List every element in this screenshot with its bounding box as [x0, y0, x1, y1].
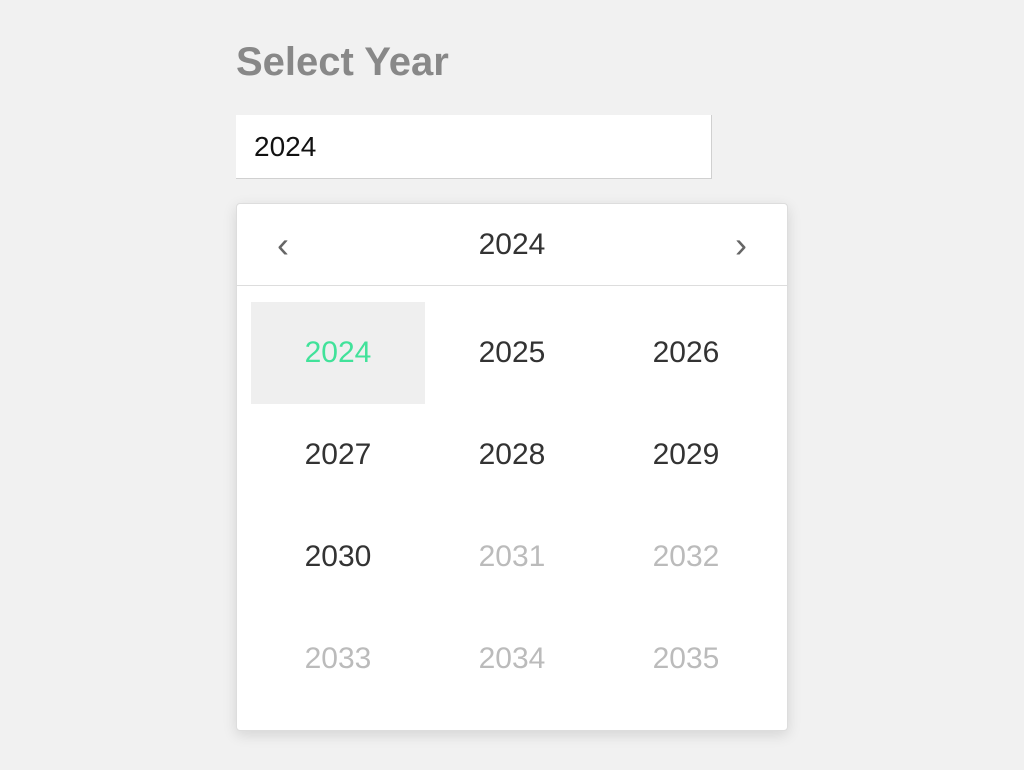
year-cell-2026[interactable]: 2026 — [599, 302, 773, 404]
prev-button[interactable]: ‹ — [265, 219, 301, 271]
year-cell-2035: 2035 — [599, 608, 773, 710]
year-cell-2025[interactable]: 2025 — [425, 302, 599, 404]
chevron-right-icon: › — [735, 224, 747, 265]
year-cell-2029[interactable]: 2029 — [599, 404, 773, 506]
header-year[interactable]: 2024 — [479, 228, 546, 262]
picker-header: ‹ 2024 › — [237, 204, 787, 286]
year-cell-2032: 2032 — [599, 506, 773, 608]
page-title: Select Year — [236, 40, 1024, 85]
year-cell-2024[interactable]: 2024 — [251, 302, 425, 404]
year-grid: 2024 2025 2026 2027 2028 2029 2030 2031 … — [237, 286, 787, 730]
year-input[interactable] — [236, 115, 712, 179]
year-cell-2034: 2034 — [425, 608, 599, 710]
year-cell-2031: 2031 — [425, 506, 599, 608]
year-cell-2030[interactable]: 2030 — [251, 506, 425, 608]
year-picker: ‹ 2024 › 2024 2025 2026 2027 2028 2029 2… — [236, 203, 788, 731]
page-container: Select Year ‹ 2024 › 2024 2025 2026 2027… — [0, 0, 1024, 731]
next-button[interactable]: › — [723, 219, 759, 271]
year-cell-2027[interactable]: 2027 — [251, 404, 425, 506]
year-cell-2033: 2033 — [251, 608, 425, 710]
chevron-left-icon: ‹ — [277, 224, 289, 265]
year-cell-2028[interactable]: 2028 — [425, 404, 599, 506]
